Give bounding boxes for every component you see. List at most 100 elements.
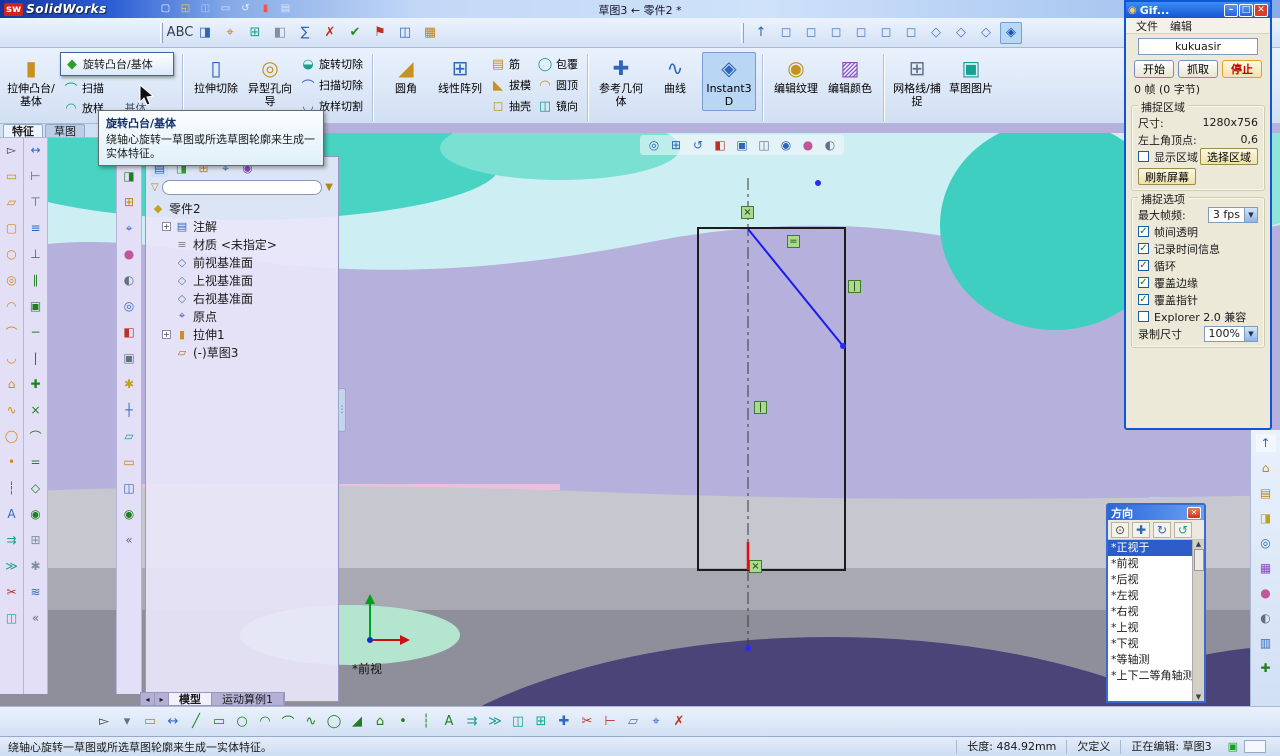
scenes-icon[interactable]: ◐ [1256,609,1276,627]
centerpoint-arc-tool-icon[interactable]: ◠ [3,297,21,315]
polygon-icon[interactable]: ⌂ [370,712,390,732]
select-area-button[interactable]: 选择区域 [1200,148,1258,165]
model-tab[interactable]: 模型 [169,693,212,705]
mirror-entities-icon[interactable]: ◫ [508,712,528,732]
minimize-button[interactable]: – [1224,4,1238,17]
offset-entities-icon[interactable]: ≫ [485,712,505,732]
tree-item-sketch3[interactable]: ▱ (-)草图3 [146,343,338,361]
left-view-icon[interactable]: ◻ [825,22,847,44]
block-icon[interactable]: ◫ [120,479,138,497]
parallelogram-tool-icon[interactable]: ▱ [3,193,21,211]
dropdown-arrow-icon[interactable]: ▼ [1244,208,1257,222]
tab-scroll-left-icon[interactable]: ◂ [141,693,155,705]
plane-icon[interactable]: ▱ [120,427,138,445]
back-view-icon[interactable]: ◻ [800,22,822,44]
convert-entities-icon[interactable]: ⇉ [3,531,21,549]
extruded-boss-button[interactable]: ▮ 拉伸凸台/基体 [4,52,58,111]
circle-tool-icon[interactable]: ○ [3,245,21,263]
ellipse-tool-icon[interactable]: ◯ [3,427,21,445]
merge-points-icon[interactable]: ◉ [27,505,45,523]
view-orientation-icon[interactable]: ◈ [1000,22,1022,44]
previous-view-icon[interactable]: ↺ [689,136,707,154]
display-relations-icon[interactable]: ∥ [27,271,45,289]
tree-item-origin[interactable]: ⌖ 原点 [146,307,338,325]
smart-dimension-icon[interactable]: ↔ [163,712,183,732]
loop-checkbox[interactable]: 循环 [1138,257,1258,274]
select-icon[interactable]: ▻ [94,712,114,732]
bottom-view-icon[interactable]: ◻ [900,22,922,44]
menu-item[interactable]: 文件 [1130,18,1164,34]
appearance-icon[interactable]: ● [120,245,138,263]
document-recovery-icon[interactable]: ✚ [1256,659,1276,677]
tangent-constraint-icon[interactable]: ⌒ [27,427,45,445]
maximize-button[interactable]: □ [1239,4,1253,17]
mirror-button[interactable]: ◫镜向 [534,96,581,116]
polygon-tool-icon[interactable]: ⌂ [3,375,21,393]
tab-sketch[interactable]: 草图 [45,124,85,137]
trim-entities-icon[interactable]: ✂ [577,712,597,732]
update-standard-views-icon[interactable]: ↻ [1153,522,1171,538]
line-icon[interactable]: ╱ [186,712,206,732]
extend-entities-icon[interactable]: ⊢ [600,712,620,732]
reference-geometry-button[interactable]: ✚参考几何体 [594,52,648,111]
snap-grid-icon[interactable]: ⊞ [27,531,45,549]
isometric-view-icon[interactable]: ◇ [925,22,947,44]
section-view-icon[interactable]: ◧ [711,136,729,154]
camera-icon[interactable]: ▣ [120,349,138,367]
horizontal-constraint-icon[interactable]: − [27,323,45,341]
tree-item-annotations[interactable]: + ▤ 注解 [146,217,338,235]
select-tool-icon[interactable]: ▻ [3,141,21,159]
tree-item-top-plane[interactable]: ◇ 上视基准面 [146,271,338,289]
coincident-constraint-icon[interactable]: × [27,401,45,419]
tree-item-right-plane[interactable]: ◇ 右视基准面 [146,289,338,307]
swept-cut-button[interactable]: ⌒扫描切除 [297,75,366,95]
edit-color-button[interactable]: ▨编辑颜色 [823,52,877,98]
tree-item-material[interactable]: ≡ 材质 <未指定> [146,235,338,253]
task-scheduler-icon[interactable]: ▦ [419,22,441,44]
custom-properties-icon[interactable]: ▥ [1256,634,1276,652]
save-icon[interactable]: ◫ [198,2,213,16]
property-manager-tab-icon[interactable]: ◨ [120,167,138,185]
show-area-checkbox[interactable]: 显示区域 [1138,148,1198,165]
cover-edges-checkbox[interactable]: 覆盖边缘 [1138,274,1258,291]
motion-study-tab[interactable]: 运动算例1 [212,693,284,705]
orientation-titlebar[interactable]: 方向 ✕ [1108,505,1204,520]
menu-item[interactable]: 编辑 [1164,18,1198,34]
zoom-area-icon[interactable]: ⊞ [667,136,685,154]
measure-icon[interactable]: ⌖ [219,22,241,44]
dimxpert-manager-tab-icon[interactable]: ⌖ [120,219,138,237]
view-back[interactable]: *后视 [1108,572,1192,588]
sketch-status-icon[interactable]: ▣ [1222,740,1244,753]
view-orientation-cube-icon[interactable]: ▣ [733,136,751,154]
filter-dropdown-icon[interactable]: ▼ [325,182,333,193]
hide-show-items-icon[interactable]: ◉ [777,136,795,154]
collapse-chevron-icon[interactable]: « [120,531,138,549]
vertical-constraint-icon[interactable]: | [848,280,861,293]
fix-constraint-icon[interactable]: ✚ [27,375,45,393]
linear-sketch-pattern-icon[interactable]: ⊞ [531,712,551,732]
refresh-screen-button[interactable]: 刷新屏幕 [1138,168,1196,185]
add-relation-icon[interactable]: ⊥ [27,245,45,263]
configuration-manager-tab-icon[interactable]: ⊞ [120,193,138,211]
view-bottom[interactable]: *下视 [1108,636,1192,652]
zoom-fit-icon[interactable]: ◎ [645,136,663,154]
coincident-constraint-icon[interactable]: × [741,206,754,219]
symmetric-constraint-icon[interactable]: ◇ [27,479,45,497]
hide-show-icon[interactable]: ◎ [120,297,138,315]
revolved-cut-button[interactable]: ◒旋转切除 [297,54,366,74]
vertical-constraint-icon[interactable]: | [754,401,767,414]
instant3d-button[interactable]: ◈Instant3D [702,52,756,111]
slot-tool-icon[interactable]: ▢ [3,219,21,237]
mass-properties-icon[interactable]: ⊞ [244,22,266,44]
tree-filter-input[interactable] [162,180,323,195]
dome-button[interactable]: ◠圆顶 [534,75,581,95]
rebuild-icon[interactable]: ▮ [258,2,273,16]
record-time-checkbox[interactable]: 记录时间信息 [1138,240,1258,257]
tab-features[interactable]: 特征 [3,124,43,137]
selection-filter-icon[interactable]: ▾ [117,712,137,732]
cover-pointer-checkbox[interactable]: 覆盖指针 [1138,291,1258,308]
move-entities-icon[interactable]: ✚ [554,712,574,732]
tree-item-extrude1[interactable]: + ▮ 拉伸1 [146,325,338,343]
design-checker-icon[interactable]: ⚑ [369,22,391,44]
axis-icon[interactable]: ┼ [120,401,138,419]
